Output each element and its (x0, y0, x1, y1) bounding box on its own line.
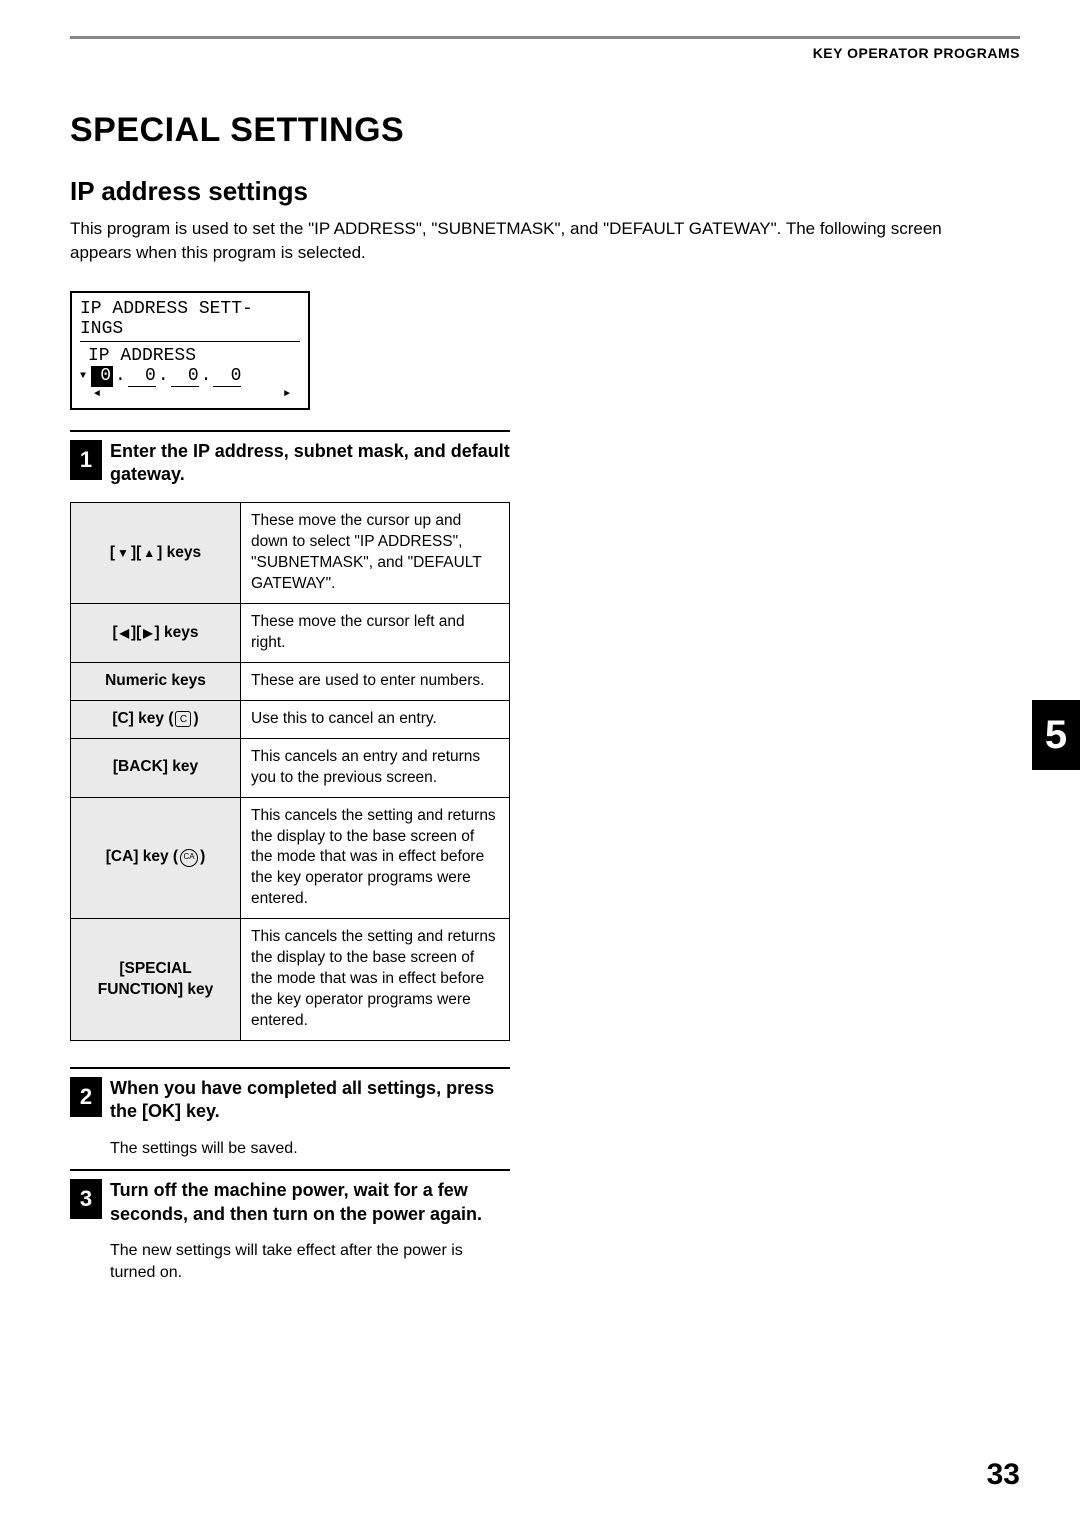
keys-table: [▼][▲] keys These move the cursor up and… (70, 502, 510, 1040)
down-arrow-icon: ▼ (80, 371, 86, 382)
table-row: Numeric keys These are used to enter num… (71, 662, 510, 700)
table-row: [▼][▲] keys These move the cursor up and… (71, 503, 510, 604)
step-1: 1 Enter the IP address, subnet mask, and… (70, 440, 510, 487)
step-number-badge: 1 (70, 440, 102, 480)
special-function-key-label: [SPECIAL FUNCTION] key (71, 919, 241, 1041)
back-key-label: [BACK] key (71, 738, 241, 797)
key-desc: This cancels the setting and returns the… (241, 797, 510, 919)
table-row: [C] key (C) Use this to cancel an entry. (71, 700, 510, 738)
leftright-keys-label: [◀][▶] keys (113, 623, 199, 644)
key-desc: These are used to enter numbers. (241, 662, 510, 700)
lcd-line-2: IP ADDRESS (80, 346, 300, 366)
header-rule (70, 36, 1020, 39)
step-title: When you have completed all settings, pr… (110, 1077, 510, 1124)
c-key-label: [C] key (C) (112, 709, 198, 730)
table-row: [◀][▶] keys These move the cursor left a… (71, 604, 510, 663)
section-title: SPECIAL SETTINGS (70, 111, 1020, 150)
ca-key-icon: CA (180, 849, 198, 867)
key-desc: These move the cursor left and right. (241, 604, 510, 663)
down-triangle-icon: ▼ (117, 547, 129, 559)
step-divider (70, 430, 510, 432)
c-key-icon: C (175, 711, 191, 727)
ca-key-label: [CA] key (CA) (106, 847, 206, 868)
table-row: [BACK] key This cancels an entry and ret… (71, 738, 510, 797)
right-triangle-icon: ▶ (143, 627, 152, 639)
chapter-tab: 5 (1032, 700, 1080, 770)
key-desc: Use this to cancel an entry. (241, 700, 510, 738)
step-3: 3 Turn off the machine power, wait for a… (70, 1179, 510, 1226)
step-number-badge: 3 (70, 1179, 102, 1219)
up-triangle-icon: ▲ (143, 547, 155, 559)
lcd-divider (80, 341, 300, 342)
lcd-screen: IP ADDRESS SETT- INGS IP ADDRESS ▼ 0.0.0… (70, 291, 310, 410)
step-note: The settings will be saved. (110, 1138, 510, 1160)
step-number-badge: 2 (70, 1077, 102, 1117)
step-divider (70, 1169, 510, 1171)
step-2: 2 When you have completed all settings, … (70, 1077, 510, 1124)
lcd-line-1: IP ADDRESS SETT- (80, 299, 300, 319)
key-desc: This cancels an entry and returns you to… (241, 738, 510, 797)
step-divider (70, 1067, 510, 1069)
lcd-ip-value: 0.0.0.0 (90, 366, 242, 387)
step-title: Turn off the machine power, wait for a f… (110, 1179, 510, 1226)
lcd-line-1b: INGS (80, 319, 300, 339)
left-triangle-icon: ◀ (120, 627, 129, 639)
numeric-keys-label: Numeric keys (71, 662, 241, 700)
left-arrow-icon: ◄ (94, 389, 100, 400)
key-desc: This cancels the setting and returns the… (241, 919, 510, 1041)
updown-keys-label: [▼][▲] keys (110, 543, 201, 564)
step-title: Enter the IP address, subnet mask, and d… (110, 440, 510, 487)
table-row: [CA] key (CA) This cancels the setting a… (71, 797, 510, 919)
page-number: 33 (987, 1458, 1020, 1492)
running-head: KEY OPERATOR PROGRAMS (70, 45, 1020, 61)
table-row: [SPECIAL FUNCTION] key This cancels the … (71, 919, 510, 1041)
subsection-title: IP address settings (70, 176, 1020, 207)
intro-paragraph: This program is used to set the "IP ADDR… (70, 217, 990, 265)
step-note: The new settings will take effect after … (110, 1240, 510, 1283)
right-arrow-icon: ► (284, 389, 290, 400)
key-desc: These move the cursor up and down to sel… (241, 503, 510, 604)
